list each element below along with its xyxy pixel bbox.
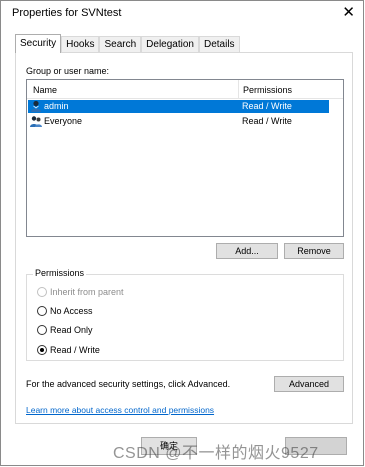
list-item[interactable]: admin Read / Write	[28, 100, 329, 113]
tab-security[interactable]: Security	[15, 34, 62, 53]
tab-search[interactable]: Search	[99, 36, 142, 53]
column-header-permissions[interactable]: Permissions	[243, 85, 292, 95]
radio-button[interactable]	[37, 306, 47, 316]
advanced-button[interactable]: Advanced	[274, 376, 344, 392]
radio-label: No Access	[50, 306, 93, 316]
watermark: CSDN @不一样的烟火9527	[113, 445, 319, 462]
close-icon[interactable]: ✕	[342, 4, 355, 22]
group-icon	[30, 116, 42, 127]
security-panel: Group or user name: Name Permissions adm…	[15, 52, 353, 424]
title-bar: Properties for SVNtest ✕	[1, 1, 363, 27]
group-or-user-label: Group or user name:	[26, 66, 110, 76]
add-button[interactable]: Add...	[216, 243, 278, 259]
column-header-name[interactable]: Name	[33, 85, 57, 95]
user-list[interactable]: Name Permissions admin Read / Write Ever…	[26, 79, 344, 237]
tab-strip: Security Hooks Search Delegation Details	[15, 34, 240, 53]
tab-hooks[interactable]: Hooks	[61, 36, 100, 53]
learn-more-link[interactable]: Learn more about access control and perm…	[26, 405, 214, 415]
radio-button[interactable]	[37, 287, 47, 297]
window-title: Properties for SVNtest	[12, 7, 122, 19]
properties-dialog: Properties for SVNtest ✕ Security Hooks …	[0, 0, 364, 466]
tab-details[interactable]: Details	[198, 36, 240, 53]
radio-button[interactable]	[37, 325, 47, 335]
permissions-group-title: Permissions	[33, 268, 87, 278]
column-separator[interactable]	[238, 80, 239, 98]
remove-button[interactable]: Remove	[284, 243, 344, 259]
user-name: Everyone	[44, 116, 83, 126]
user-icon	[31, 100, 41, 112]
radio-button[interactable]	[37, 345, 47, 355]
radio-selected-dot	[40, 348, 44, 352]
radio-label: Read Only	[50, 325, 93, 335]
user-name: admin	[44, 101, 69, 111]
permissions-group: Permissions Inherit from parent No Acces…	[26, 268, 344, 361]
user-permission: Read / Write	[242, 101, 292, 111]
list-header: Name Permissions	[27, 80, 343, 99]
advanced-hint-text: For the advanced security settings, clic…	[26, 379, 231, 389]
tab-delegation[interactable]: Delegation	[141, 36, 199, 53]
radio-label: Read / Write	[50, 345, 100, 355]
radio-label: Inherit from parent	[50, 287, 124, 297]
user-permission: Read / Write	[242, 116, 292, 126]
list-item[interactable]: Everyone Read / Write	[28, 115, 329, 128]
